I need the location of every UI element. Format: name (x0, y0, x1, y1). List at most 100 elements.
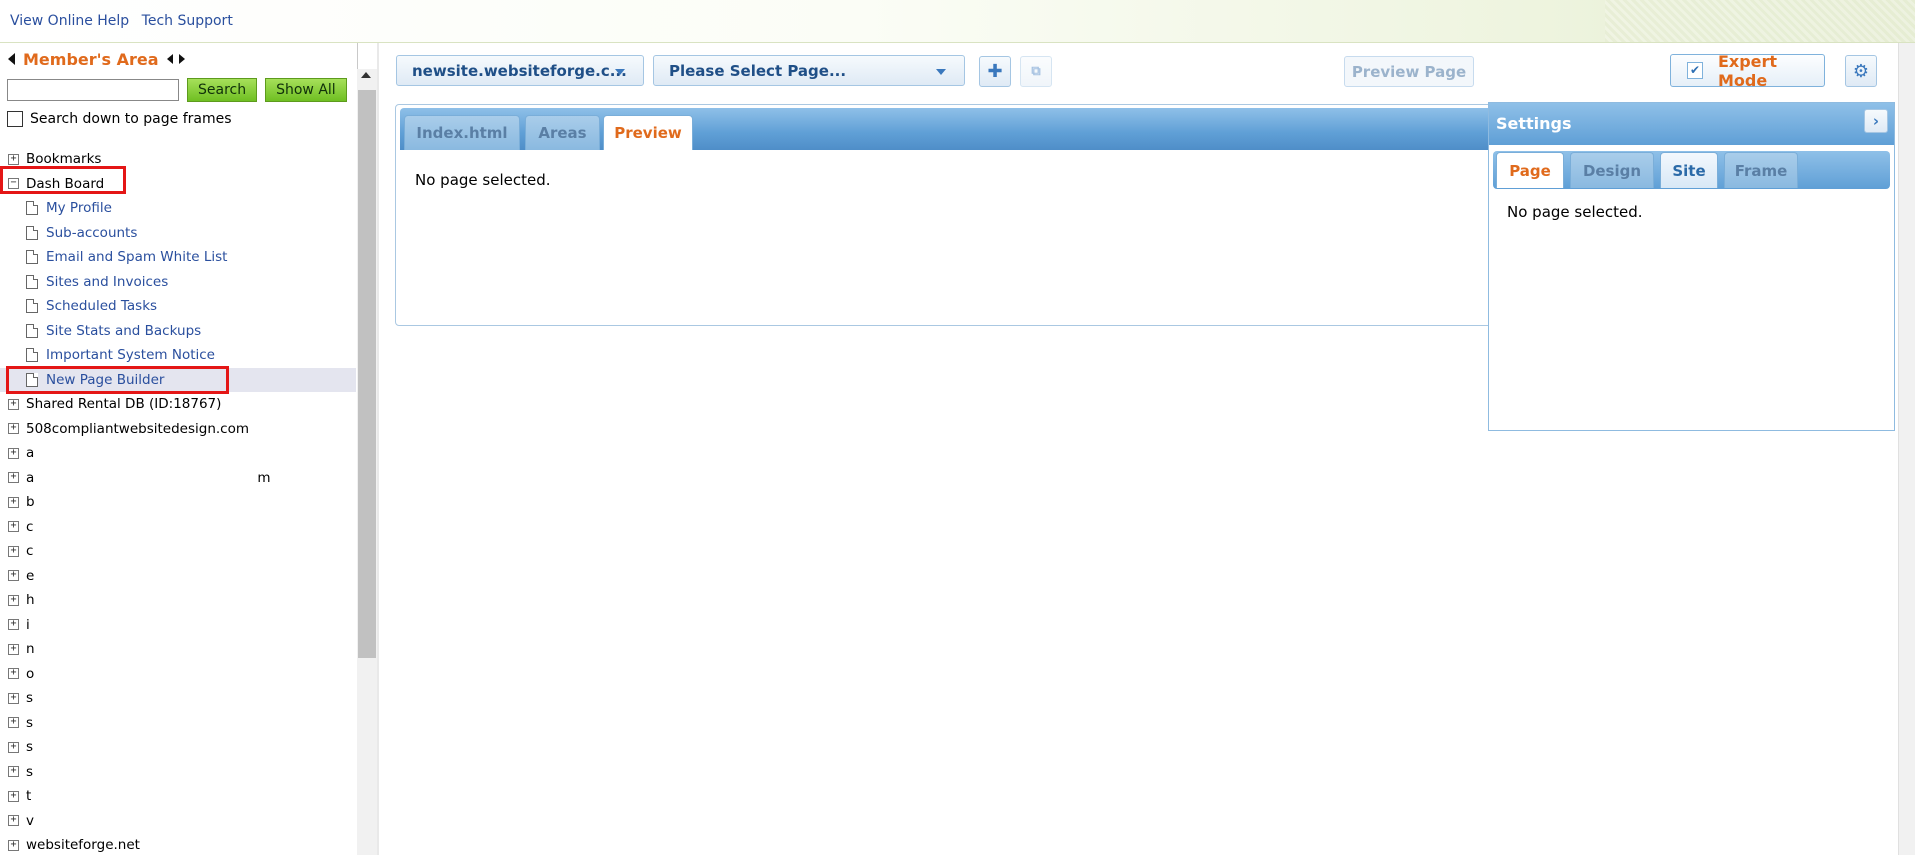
next-arrow-icon[interactable] (178, 54, 185, 64)
tree-folder-item[interactable]: + a m (0, 466, 356, 491)
tree-folder-item[interactable]: + s (0, 711, 356, 736)
tree-page-item[interactable]: Email and Spam White List (0, 245, 356, 270)
expand-icon[interactable]: + (8, 423, 19, 435)
tab-preview[interactable]: Preview (603, 115, 693, 150)
expand-icon[interactable]: + (8, 594, 19, 606)
tree-item-label: c (26, 543, 34, 560)
tree-item-label: s (26, 714, 34, 731)
tree-folder-item[interactable]: + c (0, 515, 356, 540)
expand-icon[interactable]: + (8, 472, 19, 484)
expand-icon[interactable]: + (8, 766, 19, 778)
top-links: View Online Help Tech Support (10, 13, 241, 29)
tree-item-label: t (26, 788, 32, 805)
expand-icon[interactable]: + (8, 619, 19, 631)
copy-page-button[interactable]: ⧉ (1020, 56, 1052, 87)
collapse-left-icon[interactable] (8, 53, 15, 65)
chevron-down-icon (936, 69, 946, 75)
expand-icon[interactable]: + (8, 790, 19, 802)
chevron-down-icon (615, 69, 625, 75)
scroll-up-icon[interactable] (361, 72, 371, 78)
page-icon (26, 274, 38, 289)
page-icon (26, 348, 38, 363)
tree-page-item[interactable]: New Page Builder (0, 367, 356, 392)
tab-index-html[interactable]: Index.html (404, 115, 520, 150)
expand-icon[interactable]: + (8, 815, 19, 827)
tree-folder-item[interactable]: + i (0, 613, 356, 638)
expert-mode-button[interactable]: ✔ Expert Mode (1670, 52, 1825, 90)
tree-folder-item[interactable]: + n (0, 637, 356, 662)
tree-folder-item[interactable]: + o (0, 662, 356, 687)
tree-item-label: c (26, 518, 34, 535)
show-all-button[interactable]: Show All (265, 78, 347, 102)
search-frames-checkbox[interactable] (7, 111, 23, 127)
tree-item-label: Site Stats and Backups (46, 322, 202, 339)
tree-page-item[interactable]: Important System Notice (0, 343, 356, 368)
collapse-settings-button[interactable]: › (1864, 109, 1888, 133)
tree-folder-item[interactable]: + c (0, 539, 356, 564)
expand-icon[interactable]: + (8, 668, 19, 680)
tree-page-item[interactable]: Sites and Invoices (0, 270, 356, 295)
tree-folder-item[interactable]: + websiteforge.net (0, 833, 356, 855)
settings-header: Settings › (1489, 103, 1894, 145)
expand-icon[interactable]: + (8, 717, 19, 729)
tree-item-label: s (26, 690, 34, 707)
tab-site[interactable]: Site (1660, 152, 1718, 188)
tree-folder-item[interactable]: + Shared Rental DB (ID:18767) (0, 392, 356, 417)
tree-folder-item[interactable]: + b (0, 490, 356, 515)
page-icon (26, 372, 38, 387)
expand-icon[interactable]: + (8, 398, 19, 410)
tree-folder-item[interactable]: + s (0, 735, 356, 760)
tree-folder-item[interactable]: + a (0, 441, 356, 466)
tree-folder-item[interactable]: + t (0, 784, 356, 809)
tree-folder-item[interactable]: + s (0, 760, 356, 785)
search-input[interactable] (7, 79, 179, 101)
tab-page[interactable]: Page (1496, 152, 1564, 188)
site-tree: + Bookmarks − Dash Board My Profile Sub-accou… (0, 147, 356, 855)
page-select-value: Please Select Page... (669, 61, 847, 80)
collapse-icon[interactable]: − (8, 178, 19, 190)
tree-item-label: i (26, 616, 30, 633)
page-scrollbar[interactable] (1898, 43, 1915, 855)
tree-item-label: Email and Spam White List (46, 249, 228, 266)
add-page-button[interactable]: ✚ (979, 56, 1011, 87)
search-frames-option[interactable]: Search down to page frames (7, 111, 232, 127)
expand-icon[interactable]: + (8, 545, 19, 557)
tree-folder-item[interactable]: + e (0, 564, 356, 589)
site-select[interactable]: newsite.websiteforge.c... (396, 55, 644, 86)
tab-design[interactable]: Design (1570, 152, 1654, 188)
expand-icon[interactable]: + (8, 839, 19, 851)
settings-gear-button[interactable]: ⚙ (1845, 55, 1877, 87)
tab-areas[interactable]: Areas (525, 115, 600, 150)
tree-page-item[interactable]: My Profile (0, 196, 356, 221)
expand-icon[interactable]: + (8, 153, 19, 165)
tree-folder-item[interactable]: − Dash Board (0, 172, 356, 197)
prev-arrow-icon[interactable] (166, 54, 173, 64)
expand-icon[interactable]: + (8, 570, 19, 582)
tree-folder-item[interactable]: + s (0, 686, 356, 711)
preview-page-button[interactable]: Preview Page (1344, 56, 1474, 87)
check-icon: ✔ (1687, 62, 1703, 79)
sidebar-title: Member's Area (23, 49, 159, 69)
expand-icon[interactable]: + (8, 741, 19, 753)
tree-item-label: Sites and Invoices (46, 273, 169, 290)
tree-page-item[interactable]: Sub-accounts (0, 221, 356, 246)
sidebar-scroll-thumb[interactable] (358, 90, 376, 658)
tree-folder-item[interactable]: + h (0, 588, 356, 613)
view-online-help-link[interactable]: View Online Help (10, 13, 129, 29)
tree-page-item[interactable]: Scheduled Tasks (0, 294, 356, 319)
expand-icon[interactable]: + (8, 521, 19, 533)
tree-folder-item[interactable]: +508compliantwebsitedesign.com (0, 417, 356, 442)
expand-icon[interactable]: + (8, 643, 19, 655)
search-button[interactable]: Search (187, 78, 258, 102)
tech-support-link[interactable]: Tech Support (142, 13, 233, 29)
expand-icon[interactable]: + (8, 692, 19, 704)
page-select[interactable]: Please Select Page... (653, 55, 965, 86)
tree-folder-item[interactable]: + Bookmarks (0, 147, 356, 172)
expand-icon[interactable]: + (8, 496, 19, 508)
tree-item-label: 508compliantwebsitedesign.com (26, 420, 250, 437)
tree-folder-item[interactable]: + v (0, 809, 356, 834)
tab-frame[interactable]: Frame (1724, 152, 1798, 188)
editor-tab-bar: Index.html Areas Preview (400, 108, 1494, 150)
tree-page-item[interactable]: Site Stats and Backups (0, 319, 356, 344)
expand-icon[interactable]: + (8, 447, 19, 459)
